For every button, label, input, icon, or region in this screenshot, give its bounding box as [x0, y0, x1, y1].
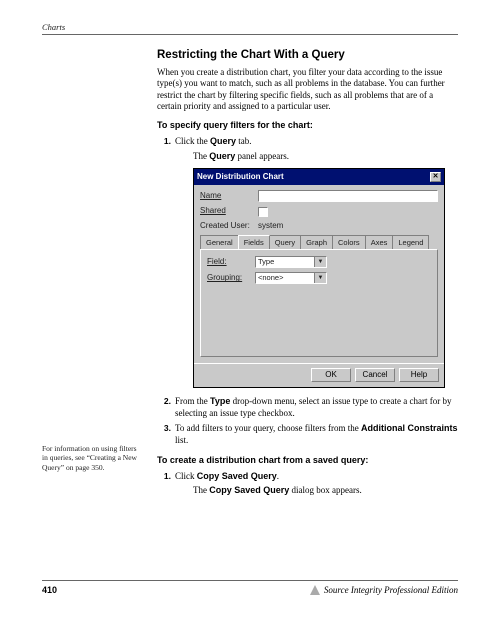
tab-query[interactable]: Query — [269, 235, 301, 249]
step-3: 3. To add filters to your query, choose … — [157, 423, 458, 446]
help-button[interactable]: Help — [399, 368, 439, 382]
grouping-combo[interactable]: <none> ▼ — [255, 272, 327, 284]
tabs-row: General Fields Query Graph Colors Axes L… — [200, 235, 438, 249]
steps-list-1: 1. Click the Query tab. The Query panel … — [157, 136, 458, 447]
name-row: Name — [200, 190, 438, 202]
grouping-label: Grouping: — [207, 273, 255, 283]
dialog-title: New Distribution Chart — [197, 172, 284, 182]
created-user-label: Created User: — [200, 221, 258, 231]
logo-icon — [310, 585, 320, 595]
step-result: The Query panel appears. — [193, 151, 458, 163]
chevron-down-icon[interactable]: ▼ — [314, 273, 326, 283]
new-distribution-chart-dialog: New Distribution Chart ✕ Name Shared — [193, 168, 445, 388]
cancel-button[interactable]: Cancel — [355, 368, 395, 382]
shared-row: Shared — [200, 206, 438, 216]
tab-fields[interactable]: Fields — [238, 235, 270, 249]
field-row: Field: Type ▼ — [207, 256, 431, 268]
tab-colors[interactable]: Colors — [332, 235, 366, 249]
dialog-titlebar[interactable]: New Distribution Chart ✕ — [194, 169, 444, 185]
step-number: 1. — [157, 471, 171, 482]
dialog-buttons: OK Cancel Help — [194, 363, 444, 387]
step-b1: 1. Click Copy Saved Query. The Copy Save… — [157, 471, 458, 497]
procedure-heading-1: To specify query filters for the chart: — [157, 120, 458, 130]
created-user-value: system — [258, 221, 283, 231]
shared-label: Shared — [200, 206, 258, 216]
steps-list-2: 1. Click Copy Saved Query. The Copy Save… — [157, 471, 458, 497]
dialog-body: Name Shared Created User: system Ge — [194, 185, 444, 363]
step-2: 2. From the Type drop-down menu, select … — [157, 396, 458, 419]
section-title: Restricting the Chart With a Query — [157, 49, 458, 61]
procedure-heading-2: To create a distribution chart from a sa… — [157, 455, 458, 465]
step-number: 2. — [157, 396, 171, 407]
tab-panel: Field: Type ▼ Grouping: <none> — [200, 249, 438, 357]
name-field[interactable] — [258, 190, 438, 202]
field-combo[interactable]: Type ▼ — [255, 256, 327, 268]
tab-axes[interactable]: Axes — [365, 235, 394, 249]
tab-legend[interactable]: Legend — [392, 235, 429, 249]
shared-checkbox[interactable] — [258, 207, 268, 217]
step-1: 1. Click the Query tab. The Query panel … — [157, 136, 458, 388]
page-number: 410 — [42, 585, 57, 595]
created-user-row: Created User: system — [200, 221, 438, 231]
tab-general[interactable]: General — [200, 235, 239, 249]
step-number: 1. — [157, 136, 171, 147]
tab-graph[interactable]: Graph — [300, 235, 333, 249]
intro-paragraph: When you create a distribution chart, yo… — [157, 67, 458, 112]
field-label: Field: — [207, 257, 255, 267]
step-text: From the Type drop-down menu, select an … — [175, 396, 452, 418]
step-text: Click the Query tab. — [175, 136, 252, 146]
page-footer: 410 Source Integrity Professional Editio… — [42, 580, 458, 595]
margin-note: For information on using filters in quer… — [42, 444, 142, 472]
step-number: 3. — [157, 423, 171, 434]
step-text: Click Copy Saved Query. — [175, 471, 279, 481]
content-column: Restricting the Chart With a Query When … — [157, 49, 458, 497]
close-icon[interactable]: ✕ — [430, 172, 441, 182]
name-label: Name — [200, 191, 258, 201]
step-text: To add filters to your query, choose fil… — [175, 423, 458, 445]
step-result: The Copy Saved Query dialog box appears. — [193, 485, 458, 497]
field-combo-value: Type — [256, 257, 314, 267]
running-header: Charts — [42, 22, 458, 35]
footer-edition: Source Integrity Professional Edition — [310, 585, 458, 595]
grouping-combo-value: <none> — [256, 273, 314, 283]
chevron-down-icon[interactable]: ▼ — [314, 257, 326, 267]
ok-button[interactable]: OK — [311, 368, 351, 382]
grouping-row: Grouping: <none> ▼ — [207, 272, 431, 284]
page: Charts Restricting the Chart With a Quer… — [0, 0, 500, 621]
